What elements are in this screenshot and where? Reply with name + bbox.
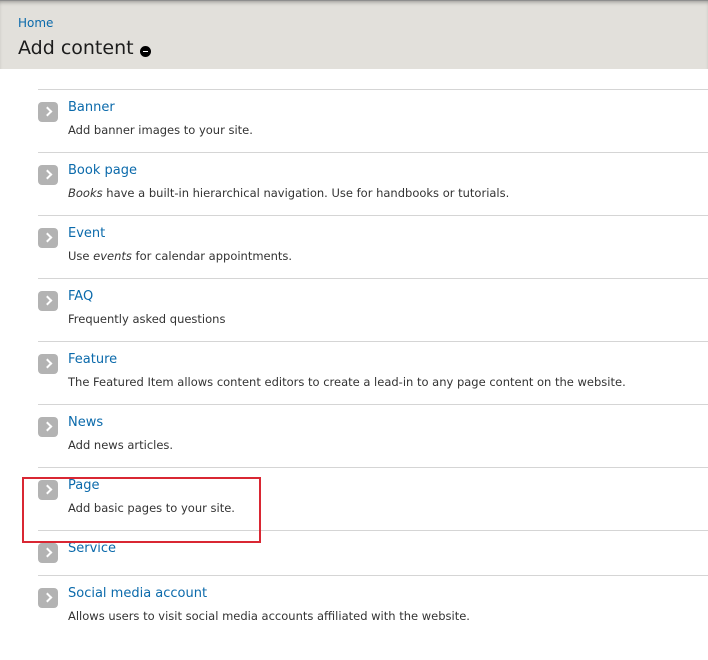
content-type-link[interactable]: Service <box>68 541 116 556</box>
content-type-list: Banner Add banner images to your site. B… <box>38 89 708 639</box>
page-title: Add content <box>18 37 134 59</box>
list-item-feature: Feature The Featured Item allows content… <box>38 342 708 405</box>
list-item-social-media-account: Social media account Allows users to vis… <box>38 576 708 639</box>
content-type-link[interactable]: Banner <box>68 100 115 115</box>
highlight-box <box>22 477 261 543</box>
chevron-right-icon <box>38 417 58 437</box>
remove-shortcut-icon[interactable] <box>140 46 151 57</box>
list-item-news: News Add news articles. <box>38 405 708 468</box>
content-type-link[interactable]: Book page <box>68 163 137 178</box>
content-type-description: Allows users to visit social media accou… <box>68 609 470 623</box>
content-type-description: The Featured Item allows content editors… <box>68 375 626 389</box>
content-type-description: Use events for calendar appointments. <box>68 249 293 263</box>
page-header: Home Add content <box>0 0 708 69</box>
chevron-right-icon <box>38 102 58 122</box>
list-item-book-page: Book page Books have a built-in hierarch… <box>38 153 708 216</box>
content-type-description: Books have a built-in hierarchical navig… <box>68 186 510 200</box>
chevron-right-icon <box>38 291 58 311</box>
content-type-description: Add banner images to your site. <box>68 123 253 137</box>
list-item-event: Event Use events for calendar appointmen… <box>38 216 708 279</box>
content-type-link[interactable]: Event <box>68 226 105 241</box>
content-type-link[interactable]: Feature <box>68 352 117 367</box>
list-item-faq: FAQ Frequently asked questions <box>38 279 708 342</box>
content-type-link[interactable]: Social media account <box>68 586 207 601</box>
chevron-right-icon <box>38 588 58 608</box>
chevron-right-icon <box>38 354 58 374</box>
list-item-banner: Banner Add banner images to your site. <box>38 90 708 153</box>
chevron-right-icon <box>38 543 58 563</box>
content-type-description: Frequently asked questions <box>68 312 226 326</box>
content-type-link[interactable]: FAQ <box>68 289 93 304</box>
chevron-right-icon <box>38 228 58 248</box>
content-type-link[interactable]: News <box>68 415 103 430</box>
content-type-description: Add news articles. <box>68 438 174 452</box>
breadcrumb-home[interactable]: Home <box>18 16 53 30</box>
chevron-right-icon <box>38 165 58 185</box>
